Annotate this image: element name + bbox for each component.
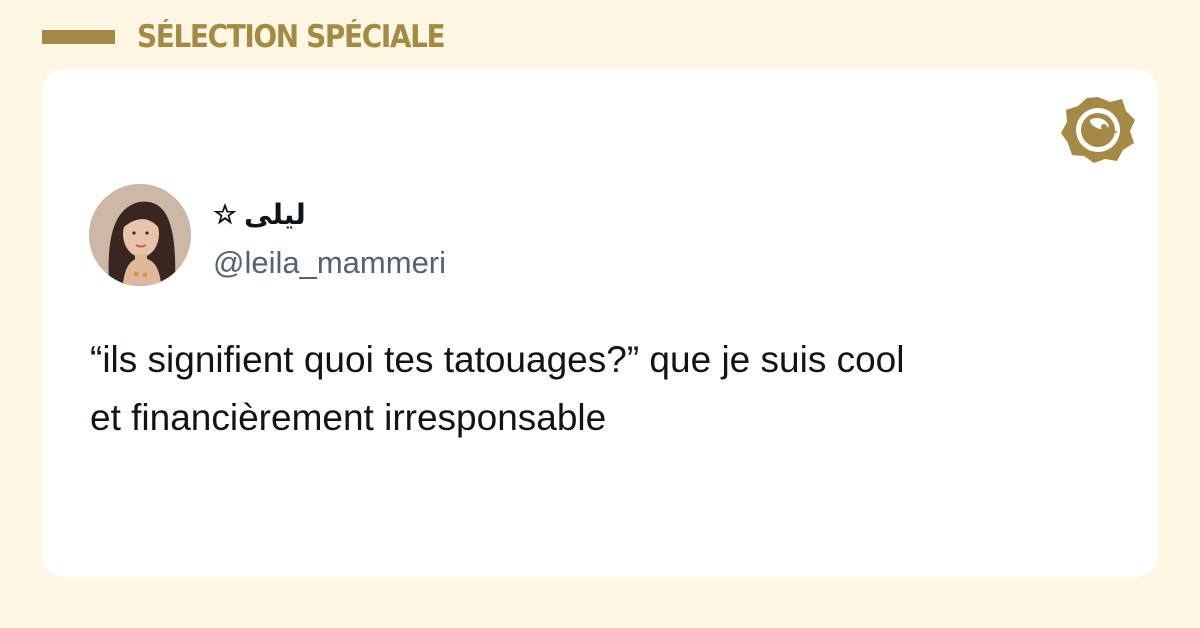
brand-logo-icon[interactable] <box>1060 96 1136 164</box>
display-name: ليلى <box>244 197 306 231</box>
display-name-row[interactable]: ليلى <box>212 197 306 231</box>
tweet-text: “ils signifient quoi tes tatouages?” que… <box>90 331 1120 447</box>
tweet-text-line: et financièrement irresponsable <box>90 397 607 438</box>
section-header: SÉLECTION SPÉCIALE <box>42 12 478 62</box>
star-icon <box>213 203 237 225</box>
tweet-card: ليلى @leila_mammeri “ils signifient quoi… <box>42 69 1158 577</box>
user-handle[interactable]: @leila_mammeri <box>213 245 446 281</box>
section-title: SÉLECTION SPÉCIALE <box>137 19 446 55</box>
page: SÉLECTION SPÉCIALE ليلى @leila_mammeri “… <box>0 0 1200 628</box>
header-accent-bar <box>42 30 115 44</box>
avatar[interactable] <box>89 184 191 286</box>
tweet-text-line: “ils signifient quoi tes tatouages?” que… <box>90 339 905 380</box>
